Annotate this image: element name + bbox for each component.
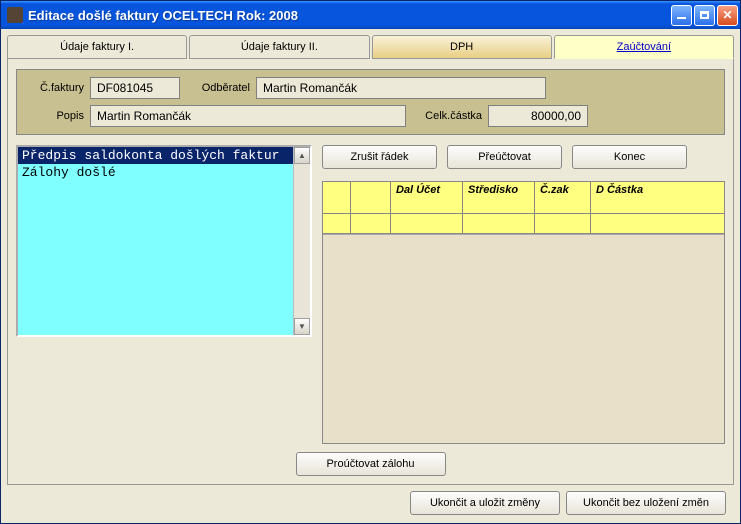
- desc-label: Popis: [26, 110, 84, 122]
- app-icon: [7, 7, 23, 23]
- scroll-up-icon[interactable]: ▲: [294, 147, 310, 164]
- col-czak: Č.zak: [535, 182, 591, 214]
- recalculate-button[interactable]: Přeúčtovat: [447, 145, 562, 169]
- customer-label: Odběratel: [186, 82, 250, 94]
- tab-label: Údaje faktury II.: [241, 41, 318, 53]
- tab-label: DPH: [450, 41, 473, 53]
- save-and-close-button[interactable]: Ukončit a uložit změny: [410, 491, 560, 515]
- action-buttons: Zrušit řádek Přeúčtovat Konec: [322, 145, 725, 169]
- tab-panel: Č.faktury DF081045 Odběratel Martin Roma…: [7, 59, 734, 485]
- tab-label: Údaje faktury I.: [60, 41, 134, 53]
- invoice-no-field: DF081045: [90, 77, 180, 99]
- minimize-button[interactable]: [671, 5, 692, 26]
- grid-row[interactable]: [323, 214, 724, 234]
- customer-field: Martin Romančák: [256, 77, 546, 99]
- invoice-no-label: Č.faktury: [26, 82, 84, 94]
- window-controls: ✕: [671, 5, 738, 26]
- cancel-row-button[interactable]: Zrušit řádek: [322, 145, 437, 169]
- process-advance-button[interactable]: Proúčtovat zálohu: [296, 452, 446, 476]
- end-button[interactable]: Konec: [572, 145, 687, 169]
- app-window: Editace došlé faktury OCELTECH Rok: 2008…: [0, 0, 741, 524]
- scroll-down-icon[interactable]: ▼: [294, 318, 310, 335]
- close-button[interactable]: ✕: [717, 5, 738, 26]
- mid-area: Předpis saldokonta došlých faktur Zálohy…: [16, 145, 725, 444]
- tabs: Údaje faktury I. Údaje faktury II. DPH Z…: [7, 35, 734, 59]
- grid-empty-area: [323, 234, 724, 443]
- col-dal-ucet: Dal Účet: [391, 182, 463, 214]
- col-blank2: [351, 182, 391, 214]
- grid-header: Dal Účet Středisko Č.zak D Částka: [323, 182, 724, 214]
- close-without-save-button[interactable]: Ukončit bez uložení změn: [566, 491, 726, 515]
- right-side: Zrušit řádek Přeúčtovat Konec Dal Účet S…: [322, 145, 725, 444]
- tab-label: Zaúčtování: [617, 41, 671, 53]
- lower-buttons: Proúčtovat zálohu: [16, 452, 725, 476]
- posting-grid[interactable]: Dal Účet Středisko Č.zak D Částka: [322, 181, 725, 444]
- prescription-listbox[interactable]: Předpis saldokonta došlých faktur Zálohy…: [16, 145, 312, 337]
- col-stredisko: Středisko: [463, 182, 535, 214]
- list-item[interactable]: Předpis saldokonta došlých faktur: [18, 147, 310, 164]
- info-band: Č.faktury DF081045 Odběratel Martin Roma…: [16, 69, 725, 135]
- total-field: 80000,00: [488, 105, 588, 127]
- tab-posting[interactable]: Zaúčtování: [554, 35, 734, 59]
- total-label: Celk.částka: [412, 110, 482, 122]
- tab-dph[interactable]: DPH: [372, 35, 552, 59]
- footer-buttons: Ukončit a uložit změny Ukončit bez ulože…: [7, 485, 734, 517]
- list-item[interactable]: Zálohy došlé: [18, 164, 310, 181]
- col-blank1: [323, 182, 351, 214]
- maximize-button[interactable]: [694, 5, 715, 26]
- window-title: Editace došlé faktury OCELTECH Rok: 2008: [28, 8, 671, 23]
- titlebar: Editace došlé faktury OCELTECH Rok: 2008…: [1, 1, 740, 29]
- client-area: Údaje faktury I. Údaje faktury II. DPH Z…: [1, 29, 740, 523]
- tab-invoice1[interactable]: Údaje faktury I.: [7, 35, 187, 59]
- desc-field: Martin Romančák: [90, 105, 406, 127]
- scrollbar[interactable]: ▲ ▼: [293, 147, 310, 335]
- tab-invoice2[interactable]: Údaje faktury II.: [189, 35, 369, 59]
- col-dcastka: D Částka: [591, 182, 724, 214]
